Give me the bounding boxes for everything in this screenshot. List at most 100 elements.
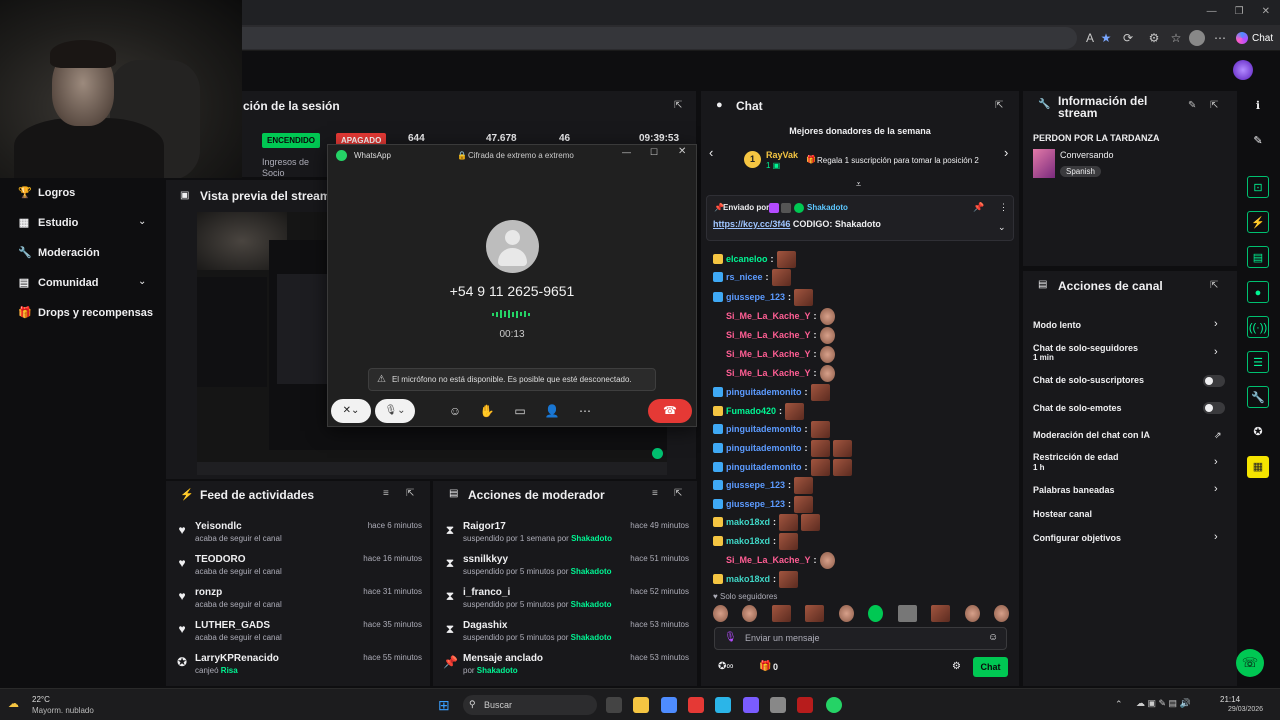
chat-username[interactable]: pinguitademonito xyxy=(726,424,802,434)
chat-message[interactable]: rs_nicee: xyxy=(713,268,791,286)
feed-user[interactable]: Yeisondlc xyxy=(195,521,242,532)
action-age-restriction[interactable]: Restricción de edad xyxy=(1033,452,1119,462)
copilot-icon[interactable] xyxy=(661,697,677,713)
info-icon[interactable]: ℹ xyxy=(1247,95,1269,117)
chat-message[interactable]: pinguitademonito: xyxy=(713,458,852,476)
focus-icon[interactable]: ⊡ xyxy=(1247,176,1269,198)
chat-username[interactable]: Fumado420 xyxy=(726,406,776,416)
profile-avatar[interactable] xyxy=(1189,30,1205,46)
wrench-icon[interactable]: 🔧 xyxy=(1247,386,1269,408)
restore-button[interactable]: ❐ xyxy=(1235,6,1244,17)
mod-author[interactable]: Shakadoto xyxy=(571,633,612,642)
emote-icon[interactable] xyxy=(771,605,791,622)
action-configure-goals[interactable]: Configurar objetivos xyxy=(1033,533,1121,543)
chat-message[interactable]: elcaneloo: xyxy=(713,250,796,268)
popout-icon[interactable]: ⇱ xyxy=(1210,100,1218,111)
chat-username[interactable]: Si_Me_La_Kache_Y xyxy=(726,311,811,321)
mod-author[interactable]: Shakadoto xyxy=(571,534,612,543)
more-options-button[interactable]: ⋯ xyxy=(572,399,598,423)
pinned-message[interactable] xyxy=(706,195,1014,241)
chat-message[interactable]: mako18xd: xyxy=(713,513,821,531)
app-icon[interactable] xyxy=(770,697,786,713)
screen-share-button[interactable]: ▭ xyxy=(507,399,533,423)
sidebar-item-moderacion[interactable]: 🔧 Moderación xyxy=(18,246,100,260)
maximize-button[interactable]: ☐ xyxy=(650,147,658,158)
extension-icon[interactable]: ⟳ xyxy=(1120,30,1136,46)
window-controls[interactable]: — ❐ ✕ xyxy=(1207,6,1270,17)
list-item[interactable]: ⧗ ssnilkkyy suspendido por 5 minutos por… xyxy=(443,554,689,587)
chevron-right-icon[interactable]: › xyxy=(1004,145,1008,160)
sidebar-item-drops[interactable]: 🎁 Drops y recompensas xyxy=(18,306,153,320)
chat-username[interactable]: elcaneloo xyxy=(726,254,768,264)
popout-icon[interactable]: ⇱ xyxy=(995,100,1003,111)
popout-icon[interactable]: ⇱ xyxy=(674,100,682,111)
chat-message[interactable]: Si_Me_La_Kache_Y: xyxy=(713,364,835,382)
emote-picker-icon[interactable]: ☺ xyxy=(988,632,998,643)
chat-username[interactable]: giussepe_123 xyxy=(726,480,785,490)
chat-username[interactable]: Si_Me_La_Kache_Y xyxy=(726,330,811,340)
action-emotes-only[interactable]: Chat de solo-emotes xyxy=(1033,403,1122,413)
unpin-icon[interactable]: 📌 xyxy=(973,202,984,213)
send-chat-button[interactable]: Chat xyxy=(973,657,1008,677)
points-icon[interactable]: ✪ xyxy=(1247,421,1269,443)
emote-icon[interactable] xyxy=(931,605,951,622)
chat-message[interactable]: giussepe_123: xyxy=(713,288,814,306)
list-item[interactable]: 📌 Mensaje anclado por Shakadoto hace 53 … xyxy=(443,653,689,686)
bolt-icon[interactable]: ⚡ xyxy=(1247,211,1269,233)
chat-message[interactable]: mako18xd: xyxy=(713,532,799,550)
favorites-icon[interactable]: ☆ xyxy=(1168,30,1184,46)
discord-icon[interactable] xyxy=(743,697,759,713)
feed-user[interactable]: ronzp xyxy=(195,587,222,598)
task-view-icon[interactable] xyxy=(606,697,622,713)
mic-off-button[interactable]: 🎙⌄ xyxy=(375,399,415,423)
action-followers-only[interactable]: Chat de solo-seguidores xyxy=(1033,343,1138,353)
filter-icon[interactable]: ≡ xyxy=(652,488,658,499)
feed-user[interactable]: TEODORO xyxy=(195,554,246,565)
list-item[interactable]: ⧗ Dagashix suspendido por 5 minutos por … xyxy=(443,620,689,653)
chevron-left-icon[interactable]: ‹ xyxy=(709,145,713,160)
popout-icon[interactable]: ⇱ xyxy=(406,488,414,499)
external-link-icon[interactable]: ⇗ xyxy=(1214,430,1222,441)
chevron-down-icon[interactable]: ⌄ xyxy=(998,222,1006,233)
calendar-icon[interactable]: ▦ xyxy=(1247,456,1269,478)
action-host-channel[interactable]: Hostear canal xyxy=(1033,509,1092,519)
emote-icon[interactable] xyxy=(993,605,1009,622)
popout-icon[interactable]: ⇱ xyxy=(1210,280,1218,291)
action-ai-moderation[interactable]: Moderación del chat con IA xyxy=(1033,430,1150,440)
more-menu-icon[interactable]: ⋯ xyxy=(1212,30,1228,46)
mod-target[interactable]: Mensaje anclado xyxy=(463,653,543,664)
pinned-sender[interactable]: Shakadoto xyxy=(807,203,848,212)
app-icon[interactable] xyxy=(688,697,704,713)
list-item[interactable]: ♥ LUTHER_GADS acaba de seguir el canal h… xyxy=(175,620,422,653)
mod-target[interactable]: ssnilkkyy xyxy=(463,554,508,565)
windows-start-icon[interactable]: ⊞ xyxy=(438,697,450,714)
gift-icon[interactable]: 🎁 xyxy=(759,661,771,672)
chat-message[interactable]: Si_Me_La_Kache_Y: xyxy=(713,551,835,569)
chat-message[interactable]: mako18xd: xyxy=(713,570,799,588)
list-icon[interactable]: ☰ xyxy=(1247,351,1269,373)
chat-message[interactable]: giussepe_123: xyxy=(713,495,814,513)
collapse-icon[interactable]: ⩡ xyxy=(856,179,861,190)
donor-name[interactable]: RayVak xyxy=(766,150,798,160)
chat-message[interactable]: Si_Me_La_Kache_Y: xyxy=(713,345,835,363)
chat-username[interactable]: rs_nicee xyxy=(726,272,763,282)
pinned-link[interactable]: https://kcy.cc/3f46 xyxy=(713,219,790,229)
quick-action-button[interactable]: ☏ xyxy=(1236,649,1264,677)
mod-target[interactable]: Dagashix xyxy=(463,620,507,631)
mod-target[interactable]: i_franco_i xyxy=(463,587,510,598)
list-item[interactable]: ⧗ i_franco_i suspendido por 5 minutos po… xyxy=(443,587,689,620)
whatsapp-icon[interactable] xyxy=(826,697,842,713)
chat-message[interactable]: pinguitademonito: xyxy=(713,439,852,457)
action-subs-only[interactable]: Chat de solo-suscriptores xyxy=(1033,375,1144,385)
popout-icon[interactable]: ⇱ xyxy=(674,488,682,499)
clock-time[interactable]: 21:14 xyxy=(1220,695,1240,704)
read-aloud-icon[interactable]: A xyxy=(1082,30,1098,46)
mod-author[interactable]: Shakadoto xyxy=(571,600,612,609)
gear-icon[interactable]: ⚙ xyxy=(952,661,961,672)
chat-message[interactable]: Si_Me_La_Kache_Y: xyxy=(713,326,835,344)
chat-username[interactable]: Si_Me_La_Kache_Y xyxy=(726,555,811,565)
category-boxart[interactable] xyxy=(1033,149,1055,178)
list-item[interactable]: ♥ ronzp acaba de seguir el canal hace 31… xyxy=(175,587,422,620)
broadcast-icon[interactable]: ((·)) xyxy=(1247,316,1269,338)
chevron-right-icon[interactable]: › xyxy=(1214,483,1218,495)
